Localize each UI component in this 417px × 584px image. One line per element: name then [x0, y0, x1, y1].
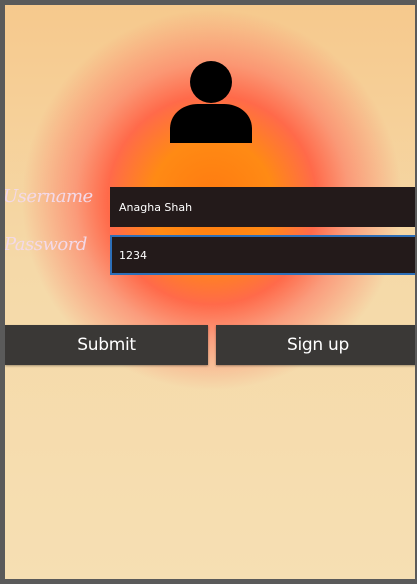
username-input[interactable] — [110, 187, 415, 227]
password-input[interactable] — [110, 235, 415, 275]
login-screen: Username Password Submit Sign up — [0, 0, 417, 584]
username-label: Username — [3, 186, 93, 207]
sign-up-button[interactable]: Sign up — [216, 325, 415, 365]
user-icon — [170, 61, 252, 143]
password-label: Password — [4, 234, 87, 255]
submit-button[interactable]: Submit — [5, 325, 208, 365]
